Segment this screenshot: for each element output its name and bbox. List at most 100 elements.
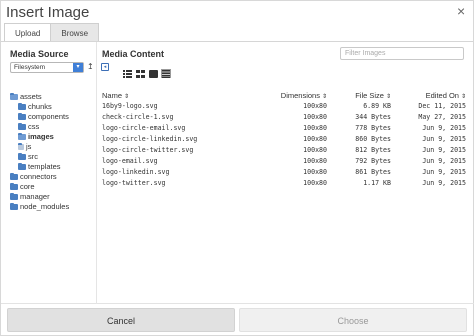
file-size-cell: 812 Bytes bbox=[355, 146, 391, 154]
file-name-cell: logo-circle-linkedin.svg bbox=[102, 135, 198, 143]
file-size-cell: 344 Bytes bbox=[355, 113, 391, 121]
large-view-button[interactable] bbox=[148, 69, 158, 78]
file-name-cell: logo-twitter.svg bbox=[102, 179, 166, 187]
col-name-header[interactable]: Name ⇕ bbox=[102, 90, 252, 101]
sort-icon: ⇕ bbox=[124, 94, 130, 100]
file-name-cell: logo-circle-email.svg bbox=[102, 124, 186, 132]
folder-icon bbox=[18, 113, 26, 120]
file-size-cell: 6.89 KB bbox=[363, 102, 391, 110]
back-button[interactable]: ◂ bbox=[101, 63, 109, 71]
tree-item[interactable]: connectors bbox=[10, 172, 69, 182]
tree-item-label: chunks bbox=[28, 102, 52, 111]
file-name-cell: check-circle-1.svg bbox=[102, 113, 174, 121]
details-view-button[interactable] bbox=[161, 69, 171, 78]
cancel-button[interactable]: Cancel bbox=[7, 308, 235, 332]
media-source-title: Media Source bbox=[10, 49, 69, 59]
close-icon[interactable]: × bbox=[457, 3, 465, 19]
tree-item[interactable]: node_modules bbox=[10, 202, 69, 212]
media-panel: Media Source Filesystem ▾ ↥ assets chunks… bbox=[1, 42, 474, 304]
tree-item-label: src bbox=[28, 152, 38, 161]
edited-on-cell: Jun 9, 2015 bbox=[422, 157, 466, 165]
media-content-title: Media Content bbox=[102, 49, 164, 59]
tree-item-label: connectors bbox=[20, 172, 57, 181]
tree-item[interactable]: core bbox=[10, 182, 69, 192]
tab-upload[interactable]: Upload bbox=[4, 23, 52, 42]
sort-icon: ⇕ bbox=[460, 94, 466, 100]
file-name-cell: logo-circle-twitter.svg bbox=[102, 146, 194, 154]
folder-icon bbox=[18, 123, 26, 130]
tree-item-label: components bbox=[28, 112, 69, 121]
tree-item[interactable]: components bbox=[10, 112, 69, 122]
table-body: 16by9-logo.svg 100x80 6.89 KB Dec 11, 2015 c… bbox=[102, 101, 466, 189]
dimensions-cell: 100x80 bbox=[303, 157, 327, 165]
list-icon bbox=[122, 69, 132, 78]
dimensions-cell: 100x80 bbox=[303, 146, 327, 154]
folder-icon bbox=[10, 193, 18, 200]
tree-item[interactable]: css bbox=[10, 122, 69, 132]
folder-open-icon bbox=[18, 133, 26, 140]
tree-item[interactable]: chunks bbox=[10, 102, 69, 112]
folder-icon bbox=[10, 203, 18, 210]
folder-open-icon bbox=[10, 93, 18, 100]
file-name-cell: logo-linkedin.svg bbox=[102, 168, 170, 176]
folder-icon bbox=[10, 173, 18, 180]
media-source-select[interactable]: Filesystem ▾ bbox=[10, 62, 84, 73]
tree-item-label: core bbox=[20, 182, 35, 191]
tree-item-label: assets bbox=[20, 92, 42, 101]
chevron-down-icon: ▾ bbox=[73, 63, 83, 72]
dialog-title: Insert Image bbox=[6, 4, 90, 21]
grid-icon bbox=[135, 69, 145, 78]
tree-item-label: manager bbox=[20, 192, 50, 201]
folder-icon bbox=[18, 153, 26, 160]
list-view-button[interactable] bbox=[122, 69, 132, 78]
dimensions-cell: 100x80 bbox=[303, 113, 327, 121]
details-icon bbox=[162, 69, 170, 78]
upload-icon[interactable]: ↥ bbox=[87, 62, 94, 71]
table-header: Name ⇕ Dimensions ⇕ File Size ⇕ Edited On ⇕ bbox=[102, 90, 466, 101]
table-row[interactable]: logo-email.svg 100x80 792 Bytes Jun 9, 2015 bbox=[102, 156, 466, 167]
table-row[interactable]: logo-twitter.svg 100x80 1.17 KB Jun 9, 2015 bbox=[102, 178, 466, 189]
edited-on-cell: Jun 9, 2015 bbox=[422, 135, 466, 143]
panel-divider bbox=[96, 42, 97, 304]
table-row[interactable]: logo-circle-linkedin.svg 100x80 860 Bytes J… bbox=[102, 134, 466, 145]
tree-item[interactable]: images bbox=[10, 132, 69, 142]
file-name-cell: 16by9-logo.svg bbox=[102, 102, 158, 110]
tree-item[interactable]: assets bbox=[10, 92, 69, 102]
choose-button[interactable]: Choose bbox=[239, 308, 467, 332]
tree-item-label: images bbox=[28, 132, 54, 141]
edited-on-cell: Jun 9, 2015 bbox=[422, 146, 466, 154]
tree-item[interactable]: js bbox=[10, 142, 69, 152]
dialog-footer: Cancel Choose bbox=[1, 304, 474, 336]
grid-view-button[interactable] bbox=[135, 69, 145, 78]
dimensions-cell: 100x80 bbox=[303, 135, 327, 143]
tree-item[interactable]: src bbox=[10, 152, 69, 162]
edited-on-cell: Jun 9, 2015 bbox=[422, 179, 466, 187]
file-size-cell: 792 Bytes bbox=[355, 157, 391, 165]
tree-item[interactable]: templates bbox=[10, 162, 69, 172]
table-row[interactable]: logo-circle-twitter.svg 100x80 812 Bytes Ju… bbox=[102, 145, 466, 156]
tree-item-label: css bbox=[28, 122, 40, 131]
tab-browse[interactable]: Browse bbox=[50, 23, 100, 42]
col-dimensions-header[interactable]: Dimensions ⇕ bbox=[252, 90, 327, 101]
table-row[interactable]: logo-circle-email.svg 100x80 778 Bytes Jun … bbox=[102, 123, 466, 134]
col-date-header[interactable]: Edited On ⇕ bbox=[391, 90, 466, 101]
edited-on-cell: Jun 9, 2015 bbox=[422, 168, 466, 176]
filter-images-input[interactable]: Filter Images bbox=[340, 47, 464, 60]
table-row[interactable]: logo-linkedin.svg 100x80 861 Bytes Jun 9, 2… bbox=[102, 167, 466, 178]
table-row[interactable]: check-circle-1.svg 100x80 344 Bytes May 27,… bbox=[102, 112, 466, 123]
col-size-header[interactable]: File Size ⇕ bbox=[327, 90, 391, 101]
tree-item[interactable]: manager bbox=[10, 192, 69, 202]
tree-item-label: templates bbox=[28, 162, 61, 171]
file-name-cell: logo-email.svg bbox=[102, 157, 158, 165]
back-icon: ◂ bbox=[101, 63, 109, 71]
edited-on-cell: May 27, 2015 bbox=[418, 113, 466, 121]
tree-item-label: js bbox=[26, 142, 32, 151]
media-source-value: Filesystem bbox=[14, 64, 46, 71]
edited-on-cell: Dec 11, 2015 bbox=[418, 102, 466, 110]
tile-icon bbox=[148, 69, 158, 78]
dimensions-cell: 100x80 bbox=[303, 179, 327, 187]
file-size-cell: 860 Bytes bbox=[355, 135, 391, 143]
file-size-cell: 1.17 KB bbox=[363, 179, 391, 187]
media-table: Name ⇕ Dimensions ⇕ File Size ⇕ Edited On ⇕ … bbox=[102, 90, 466, 189]
table-row[interactable]: 16by9-logo.svg 100x80 6.89 KB Dec 11, 2015 bbox=[102, 101, 466, 112]
